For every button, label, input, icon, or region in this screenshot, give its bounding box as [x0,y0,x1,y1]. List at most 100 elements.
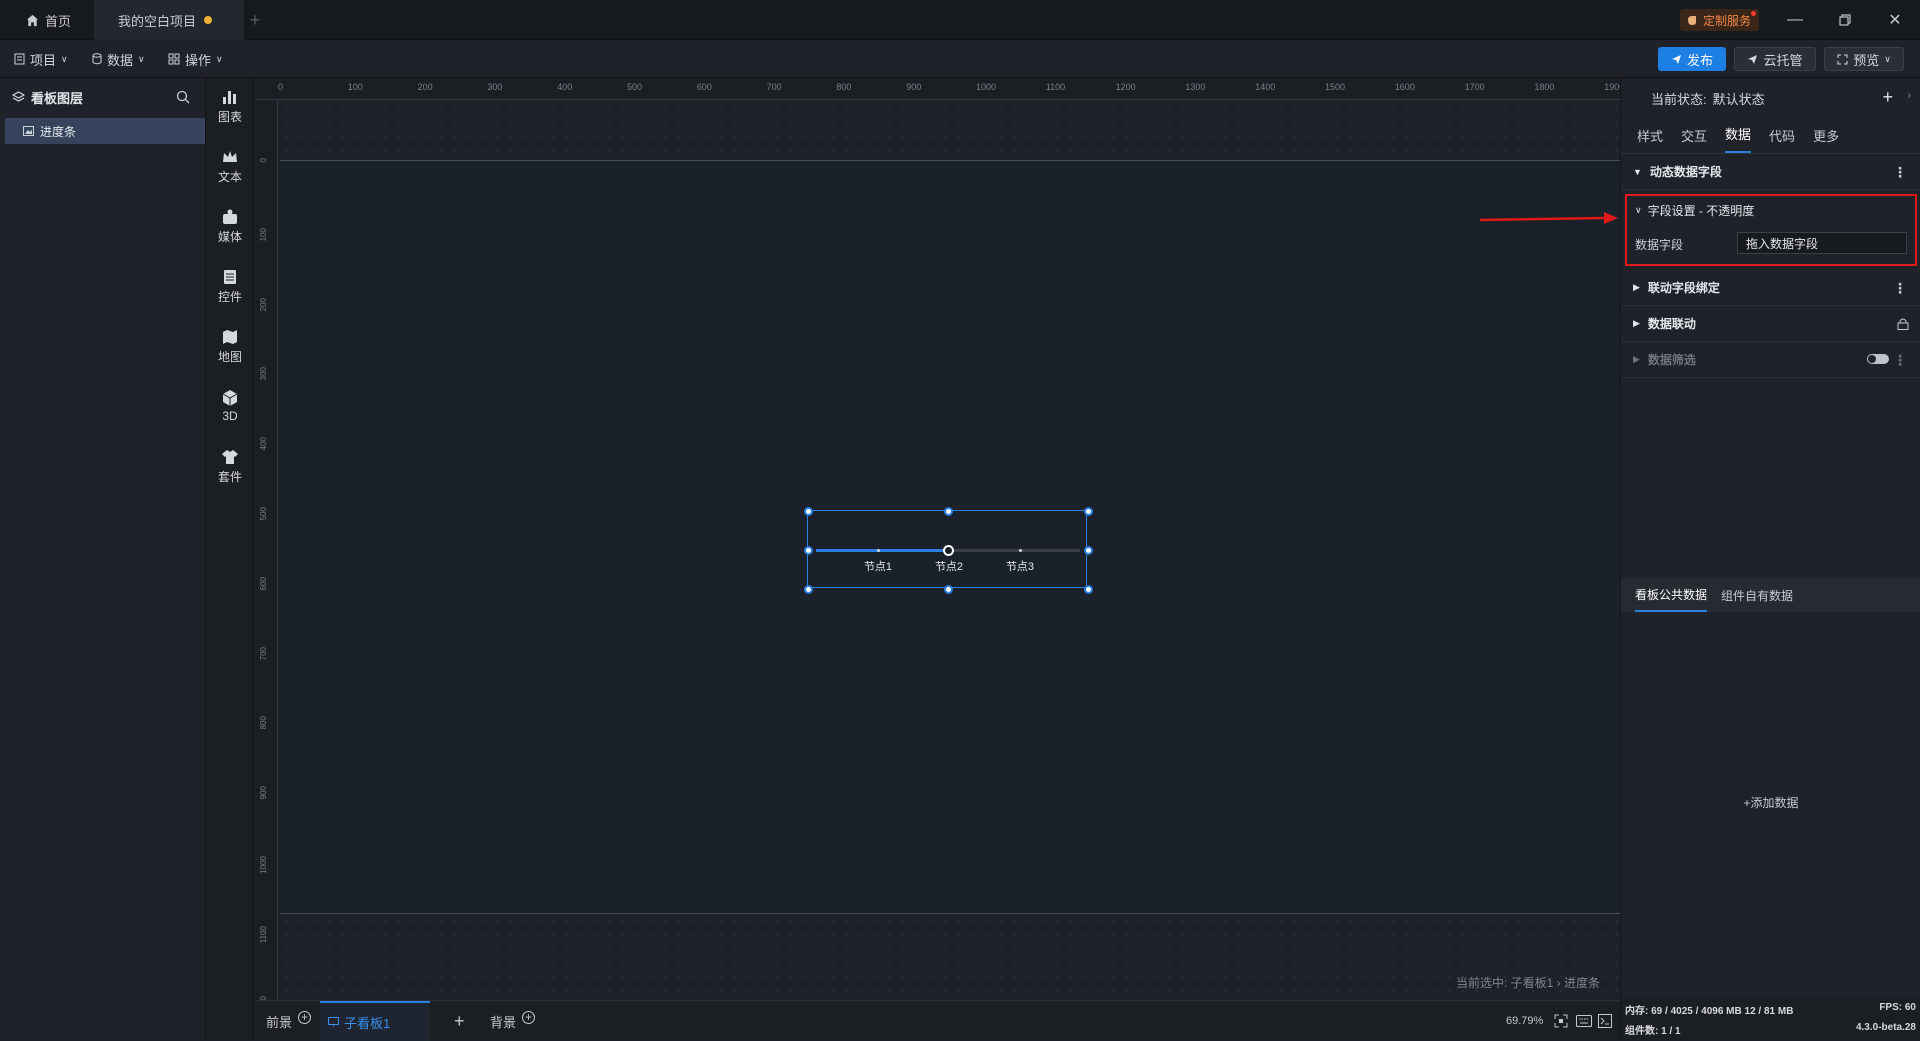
publish-label: 发布 [1686,52,1713,68]
add-circle-icon[interactable]: + [298,1010,312,1024]
caret-right-icon: ▶ [1633,318,1640,328]
search-icon[interactable] [176,90,190,104]
component-chart-label: 图表 [217,109,242,124]
component-control[interactable]: 控件 [206,258,254,314]
component-map[interactable]: 地图 [206,318,254,374]
new-tab-button[interactable]: + [244,0,266,40]
tab-component-own-data[interactable]: 组件自有数据 [1721,578,1793,612]
section-data-filter-label: 数据筛选 [1647,353,1696,367]
minimize-button[interactable]: — [1770,0,1820,40]
more-vertical-icon[interactable]: ⋮ [1893,352,1907,369]
menu-data-label: 数据 [107,52,134,68]
ruler-tick-label: 400 [259,437,268,451]
resize-handle[interactable] [943,506,953,516]
send-icon [1748,54,1758,64]
more-vertical-icon[interactable]: ⋮ [1893,164,1907,181]
file-icon [14,53,25,65]
section-data-filter[interactable]: ▶ 数据筛选 ⋮ [1621,342,1920,378]
component-media[interactable]: 媒体 [206,198,254,254]
tab-background[interactable]: 背景 + [490,1001,536,1041]
ruler-tick-label: 1300 [1185,82,1206,92]
resize-handle[interactable] [803,584,813,594]
ruler-tick-label: 600 [259,576,268,591]
resize-handle[interactable] [1083,545,1093,555]
memory-status: 内存: 69 / 4025 / 4096 MB 12 / 81 MB [1625,1006,1794,1017]
custom-service-label: 定制服务 [1703,13,1752,28]
tab-project[interactable]: 我的空白项目 [94,0,244,40]
section-dynamic-fields[interactable]: ▼ 动态数据字段 ⋮ [1621,154,1920,190]
component-3d[interactable]: 3D [206,378,254,434]
fit-screen-icon[interactable] [1554,1014,1568,1028]
add-data-button[interactable]: +添加数据 [1621,794,1920,811]
menu-project[interactable]: 项目 ∨ [14,40,68,78]
tab-interaction[interactable]: 交互 [1681,126,1707,153]
section-data-linkage-label: 数据联动 [1647,317,1696,331]
fullscreen-icon [1837,54,1848,64]
lock-icon[interactable] [1897,317,1909,330]
field-settings-header[interactable]: ∨ 字段设置 - 不透明度 [1635,202,1754,219]
preview-label: 预览 [1853,52,1880,68]
shirt-icon [222,449,238,464]
add-state-icon[interactable]: + [1882,87,1893,108]
cube-icon [222,390,238,406]
component-chart[interactable]: 图表 [206,78,254,134]
terminal-icon[interactable] [1598,1014,1612,1028]
filter-toggle[interactable] [1867,354,1889,364]
resize-handle[interactable] [943,584,953,594]
keyboard-icon[interactable] [1576,1015,1592,1027]
close-icon: ✕ [1888,12,1902,29]
tab-code[interactable]: 代码 [1769,126,1795,153]
preview-button[interactable]: 预览 ∨ [1824,47,1904,71]
tab-home[interactable]: 首页 [0,0,92,40]
ruler-tick-label: 100 [347,82,363,92]
more-vertical-icon[interactable]: ⋮ [1893,280,1907,297]
state-value[interactable]: 默认状态 [1713,89,1765,108]
data-field-label: 数据字段 [1635,238,1684,252]
progress-bar-widget[interactable]: 节点1 节点2 节点3 [803,506,1093,594]
layer-item-label: 进度条 [40,124,77,139]
publish-button[interactable]: 发布 [1658,47,1726,71]
tab-sub-board[interactable]: 子看板1 [320,1001,430,1041]
layer-item[interactable]: 进度条 [5,118,205,144]
tab-board-public-data[interactable]: 看板公共数据 [1635,578,1708,612]
ruler-tick-label: 100 [259,227,268,242]
zoom-level[interactable]: 69.79% [1506,1001,1543,1041]
chevron-right-icon[interactable]: › [1907,90,1911,102]
ruler-tick-label: 1000 [976,82,997,92]
tab-foreground[interactable]: 前景 + [266,1001,312,1041]
component-kit[interactable]: 套件 [206,438,254,494]
close-button[interactable]: ✕ [1870,0,1920,40]
menu-operate[interactable]: 操作 ∨ [168,40,223,78]
component-text[interactable]: 文本 [206,138,254,194]
add-board-button[interactable]: + [454,1001,465,1041]
map-icon [223,329,237,344]
tab-style[interactable]: 样式 [1637,126,1663,153]
status-bar: 内存: 69 / 4025 / 4096 MB 12 / 81 MB FPS: … [1620,998,1920,1040]
resize-handle[interactable] [1083,506,1093,516]
ruler-tick-label: 200 [417,82,433,92]
cloud-hosting-button[interactable]: 云托管 [1734,47,1816,71]
resize-handle[interactable] [803,545,813,555]
tab-data[interactable]: 数据 [1725,124,1752,153]
ruler-tick-label: 900 [259,786,268,800]
menu-data[interactable]: 数据 ∨ [92,40,145,78]
section-linkage-binding[interactable]: ▶ 联动字段绑定 ⋮ [1621,270,1920,306]
restore-button[interactable] [1820,0,1870,40]
ruler-tick-label: 1000 [259,856,268,874]
component-3d-label: 3D [222,409,238,423]
data-field-input[interactable]: 拖入数据字段 [1737,232,1907,254]
tab-more[interactable]: 更多 [1813,126,1839,153]
current-selection-text: 当前选中: 子看板1 › 进度条 [1456,976,1601,990]
ruler-tick-label: 1100 [259,925,268,943]
state-label: 当前状态: [1651,91,1707,107]
canvas-area[interactable]: 0 100 200 300 400 500 600 700 800 900 1000 1100 1200… [256,78,1624,1013]
media-icon [223,209,237,224]
add-circle-icon[interactable]: + [522,1010,536,1024]
section-data-linkage[interactable]: ▶ 数据联动 [1621,306,1920,342]
custom-service-button[interactable]: 定制服务 [1680,9,1760,31]
tab-home-label: 首页 [45,13,72,29]
annotation-arrow-icon [1479,212,1618,224]
resize-handle[interactable] [1083,584,1093,594]
resize-handle[interactable] [803,506,813,516]
layers-panel: 看板图层 进度条 [0,78,206,1040]
